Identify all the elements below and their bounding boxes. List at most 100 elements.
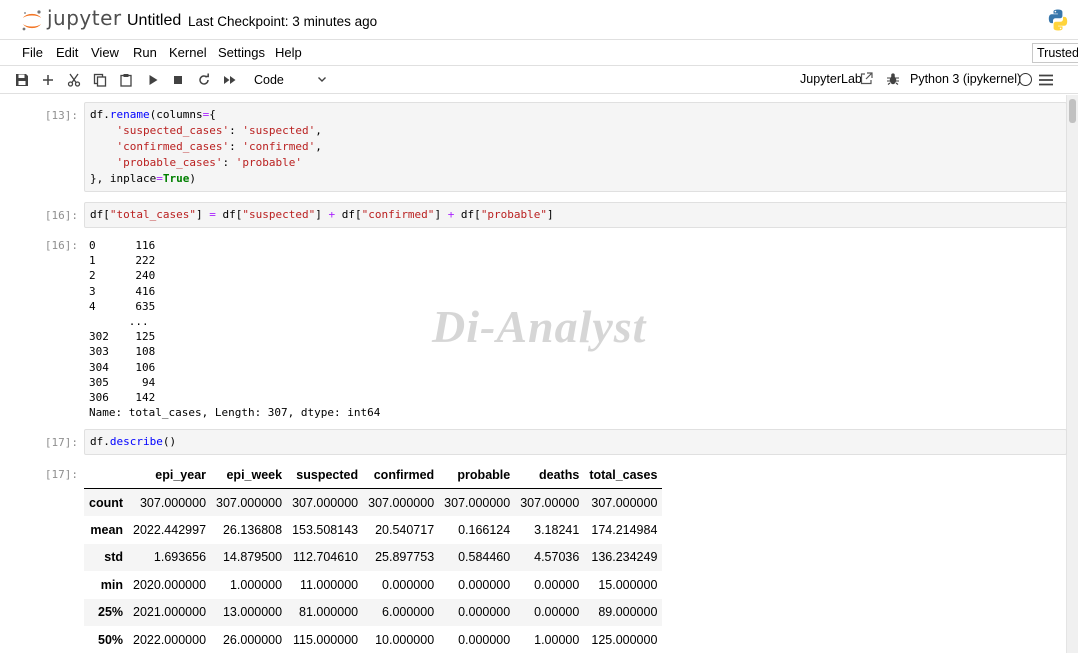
code-line: }, inplace=True) [90,172,196,185]
notebook-header: jupyter Untitled Last Checkpoint: 3 minu… [0,0,1078,40]
cut-icon[interactable] [66,72,82,88]
menu-kernel[interactable]: Kernel [169,45,207,60]
jupyter-logo-icon[interactable] [20,9,44,33]
cell-17-code[interactable]: df.describe() [90,434,176,450]
row-label: std [104,550,124,565]
table-cell: 307.000000 [368,495,435,510]
table-cell: 14.879500 [222,550,283,565]
code-line: 'probable_cases': 'probable' [116,156,302,169]
fast-forward-icon[interactable] [222,72,238,88]
vertical-scrollbar[interactable] [1066,95,1078,653]
paste-icon[interactable] [118,72,134,88]
code-line: 'confirmed_cases': 'confirmed', [116,140,322,153]
cell-13-code[interactable]: df.rename(columns={ 'suspected_cases': '… [90,107,322,187]
output-line: Name: total_cases, Length: 307, dtype: i… [89,406,381,420]
table-cell: 0.000000 [382,577,435,592]
output-line: 302 125 [89,330,156,344]
run-icon[interactable] [145,72,161,88]
table-cell: 125.000000 [591,632,658,647]
table-cell: 89.000000 [598,605,658,620]
chevron-down-icon [316,73,328,88]
cell-17-output-prompt: [17]: [44,468,78,481]
row-label: 50% [98,632,124,647]
debugger-bug-icon[interactable] [886,72,900,91]
table-cell: 2020.000000 [133,577,207,592]
table-cell: 307.000000 [444,495,511,510]
table-cell: 112.704610 [293,550,359,565]
cell-16-code[interactable]: df["total_cases"] = df["suspected"] + df… [90,207,554,223]
menu-view[interactable]: View [91,45,119,60]
table-cell: 3.18241 [534,522,580,537]
menubar: File Edit View Run Kernel Settings Help … [0,40,1078,66]
kernel-name[interactable]: Python 3 (ipykernel) [910,72,1021,86]
row-label: 25% [98,605,124,620]
notebook-title[interactable]: Untitled [127,12,181,30]
table-cell: 26.000000 [222,632,283,647]
column-header: suspected [287,461,364,489]
cell-13-input[interactable]: df.rename(columns={ 'suspected_cases': '… [84,102,1067,192]
watermark: Di-Analyst [432,301,647,352]
save-icon[interactable] [14,72,30,88]
menu-file[interactable]: File [22,45,43,60]
table-cell: 0.000000 [458,632,511,647]
table-header-row: epi_year epi_week suspected confirmed pr… [84,461,663,489]
menu-help[interactable]: Help [275,45,302,60]
table-cell: 1.693656 [153,550,207,565]
table-row: 25% 2021.000000 13.000000 81.000000 6.00… [84,598,663,626]
table-row: count 307.000000 307.000000 307.000000 3… [84,488,663,516]
output-line: 305 94 [89,375,156,389]
copy-icon[interactable] [92,72,108,88]
checkpoint-status: Last Checkpoint: 3 minutes ago [188,14,378,29]
output-line: 306 142 [89,391,156,405]
stop-icon[interactable] [170,72,186,88]
column-header: epi_week [211,461,288,489]
trusted-indicator[interactable]: Trusted [1032,43,1078,63]
row-label: mean [90,522,124,537]
external-link-icon[interactable] [860,72,873,90]
output-line: 4 635 [89,299,156,313]
cell-17-prompt: [17]: [44,436,78,449]
cell-16-output: 0 116 1 222 2 240 3 416 4 635 ... 302 12… [89,238,380,420]
scrollbar-thumb[interactable] [1069,99,1076,123]
jupyterlab-link[interactable]: JupyterLab [800,72,862,86]
table-row: min 2020.000000 1.000000 11.000000 0.000… [84,571,663,599]
cell-type-dropdown[interactable]: Code [248,69,332,91]
table-cell: 1.00000 [534,632,580,647]
menu-run[interactable]: Run [133,45,157,60]
table-cell: 307.000000 [139,495,207,510]
menu-hamburger-icon[interactable] [1039,73,1053,91]
code-line: 'suspected_cases': 'suspected', [116,124,322,137]
menu-settings[interactable]: Settings [218,45,265,60]
table-cell: 0.00000 [534,577,580,592]
add-cell-icon[interactable] [40,72,56,88]
cell-16-output-prompt: [16]: [44,239,78,252]
table-cell: 6.000000 [382,605,435,620]
table-cell: 2022.000000 [133,632,207,647]
jupyter-wordmark[interactable]: jupyter [47,6,122,30]
menu-edit[interactable]: Edit [56,45,78,60]
table-cell: 4.57036 [534,550,580,565]
table-cell: 0.584460 [458,550,511,565]
column-header: total_cases [584,461,663,489]
table-cell: 2021.000000 [133,605,207,620]
kernel-status-icon [1019,73,1032,86]
row-label: count [89,495,124,510]
table-cell: 26.136808 [222,522,283,537]
restart-icon[interactable] [196,72,212,88]
table-cell: 174.214984 [591,522,658,537]
table-row: 50% 2022.000000 26.000000 115.000000 10.… [84,626,663,653]
table-cell: 10.000000 [375,632,435,647]
table-cell: 0.000000 [458,605,511,620]
cell-13-prompt: [13]: [44,109,78,122]
column-header [84,461,129,489]
table-row: mean 2022.442997 26.136808 153.508143 20… [84,516,663,544]
table-cell: 1.000000 [229,577,283,592]
output-line: 304 106 [89,360,156,374]
cell-17-input[interactable]: df.describe() [84,429,1067,455]
table-cell: 20.540717 [375,522,435,537]
table-cell: 25.897753 [375,550,435,565]
cell-type-value: Code [254,73,284,87]
cell-16-input[interactable]: df["total_cases"] = df["suspected"] + df… [84,202,1067,228]
row-label: min [100,577,124,592]
output-line: 0 116 [89,239,156,252]
